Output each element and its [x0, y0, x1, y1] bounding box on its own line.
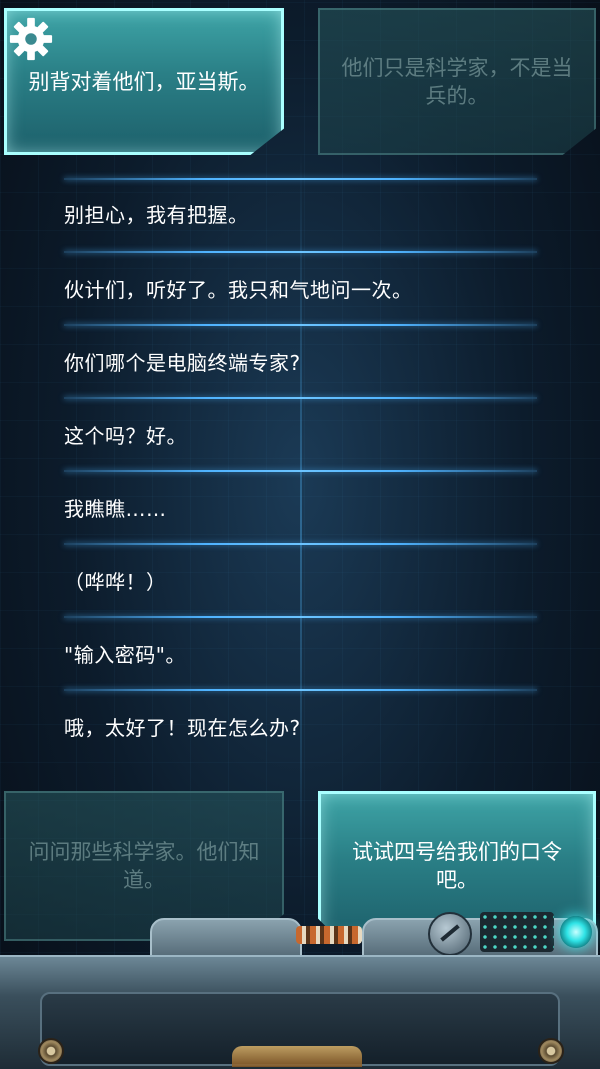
bolt-icon — [538, 1038, 564, 1064]
bolt-icon — [38, 1038, 64, 1064]
choice-bottom-left-label: 问问那些科学家。他们知道。 — [28, 840, 260, 892]
dialogue-line: 这个吗？好。 — [64, 424, 187, 448]
dialogue-log: 别担心，我有把握。 伙计们，听好了。我只和气地问一次。 你们哪个是电脑终端专家?… — [64, 178, 537, 762]
dialogue-line: 你们哪个是电脑终端专家? — [64, 351, 301, 375]
gear-icon[interactable] — [8, 16, 54, 62]
wire-bundle — [296, 926, 362, 944]
knob-icon — [428, 912, 472, 956]
console-grill — [480, 912, 554, 952]
dialogue-line: 别担心，我有把握。 — [64, 203, 249, 227]
choice-top-right-button[interactable]: 他们只是科学家，不是当兵的。 — [318, 8, 596, 155]
choice-bottom-right-label: 试试四号给我们的口令吧。 — [352, 840, 562, 892]
led-icon — [560, 916, 592, 948]
dialogue-line: 我瞧瞧…… — [64, 497, 167, 521]
logo-fragment — [232, 1046, 362, 1067]
choice-top-right-label: 他们只是科学家，不是当兵的。 — [341, 55, 573, 108]
dialogue-line: 哦，太好了！现在怎么办? — [64, 716, 301, 740]
dialogue-line: （哗哗！） — [64, 570, 167, 594]
choice-top-left-label: 别背对着他们，亚当斯。 — [28, 69, 260, 94]
dialogue-line: "输入密码"。 — [64, 643, 186, 667]
dialogue-line: 伙计们，听好了。我只和气地问一次。 — [64, 278, 413, 302]
